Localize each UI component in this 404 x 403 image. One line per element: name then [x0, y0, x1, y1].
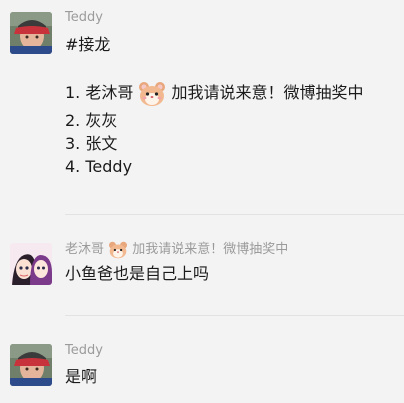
hamster-emoji-icon [108, 241, 128, 259]
message-line-prefix: 1. 老沐哥 [65, 83, 134, 102]
sender-name: Teddy [65, 343, 103, 358]
sender-name: Teddy [65, 10, 103, 25]
message-line-suffix: 加我请说来意！微博抽奖中 [171, 83, 364, 102]
message-line: 2. 灰灰 [65, 111, 118, 130]
message-text: 是啊 [65, 367, 98, 386]
avatar-teddy[interactable] [10, 12, 52, 54]
chat-message: Teddy #接龙 1. 老沐哥 加我请说来意！微博抽奖中 2. 灰灰 3. 张… [0, 0, 404, 215]
message-line: 4. Teddy [65, 157, 133, 176]
message-text: 小鱼爸也是自己上吗 [65, 264, 210, 283]
hamster-emoji-icon [138, 81, 166, 107]
message-line: 3. 张文 [65, 134, 118, 153]
chat-message: 老沐哥 加我请说来意！微博抽奖中 小鱼爸也是自己上吗 [0, 215, 404, 315]
avatar-teddy[interactable] [10, 344, 52, 386]
sender-name: 老沐哥 加我请说来意！微博抽奖中 [65, 240, 396, 260]
sender-name-suffix: 加我请说来意！微博抽奖中 [132, 242, 289, 257]
message-line: 1. 老沐哥 加我请说来意！微博抽奖中 [65, 78, 396, 108]
message-line: #接龙 [65, 35, 111, 54]
chat-message: Teddy 是啊 [0, 316, 404, 403]
sender-name-prefix: 老沐哥 [65, 242, 105, 257]
avatar-laomuge[interactable] [10, 243, 52, 285]
